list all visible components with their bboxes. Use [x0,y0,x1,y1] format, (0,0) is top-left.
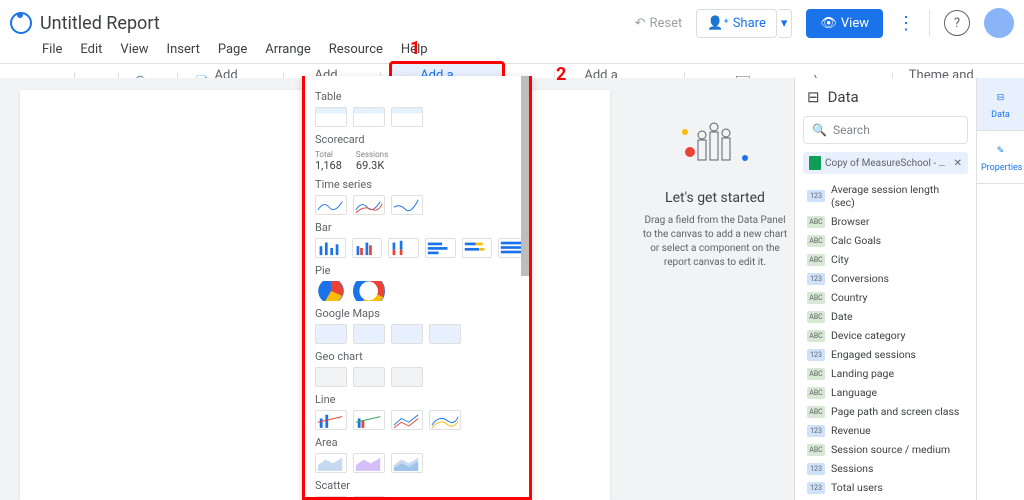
undo-icon: ↶ [635,16,646,31]
chart-map-1[interactable] [315,324,347,344]
chart-map-3[interactable] [391,324,423,344]
chart-timeseries-2[interactable] [353,195,385,215]
category-bar: Bar [315,221,529,234]
search-input[interactable]: 🔍Search [803,116,968,144]
menu-view[interactable]: View [120,42,148,57]
field-item[interactable]: 123Total users [795,478,976,497]
chart-type-dropdown: Table Scorecard Total1,168 Sessions69.3K… [302,76,532,500]
data-source-chip[interactable]: Copy of MeasureSchool - TrueBlu...✕ [803,152,968,174]
view-button[interactable]: 👁View [806,9,883,38]
share-button[interactable]: 👤⁺Share [696,9,777,38]
chart-geo-2[interactable] [353,367,385,387]
field-item[interactable]: ABCCalc Goals [795,231,976,250]
field-item[interactable]: ABCLanguage [795,383,976,402]
field-item[interactable]: ABCBrowser [795,212,976,231]
chart-map-2[interactable] [353,324,385,344]
category-timeseries: Time series [315,178,529,191]
category-scorecard: Scorecard [315,133,529,146]
chart-area-3[interactable] [391,453,423,473]
chart-line-2[interactable] [353,410,385,430]
eye-icon: 👁 [820,16,837,31]
side-tab-properties[interactable]: ✎Properties [977,131,1024,184]
pencil-icon: ✎ [991,141,1011,161]
category-scatter: Scatter [315,479,529,492]
side-tabs: ⊟Data ✎Properties [976,78,1024,500]
menubar: File Edit View Insert Page Arrange Resou… [0,42,1024,63]
chart-line-3[interactable] [391,410,423,430]
side-tab-data[interactable]: ⊟Data [977,78,1024,131]
field-list: 123Average session length (sec)ABCBrowse… [795,180,976,500]
field-item[interactable]: ABCSession source / medium [795,440,976,459]
field-item[interactable]: ABCCity [795,250,976,269]
menu-insert[interactable]: Insert [167,42,200,57]
person-plus-icon: 👤⁺ [707,16,728,31]
chart-line-1[interactable] [315,410,347,430]
field-item[interactable]: ABCDevice category [795,326,976,345]
field-item[interactable]: 123Sessions [795,459,976,478]
field-item[interactable]: 123Engaged sessions [795,345,976,364]
category-googlemaps: Google Maps [315,307,529,320]
field-item[interactable]: ABCDate [795,307,976,326]
chart-bar-1[interactable] [315,238,346,258]
field-item[interactable]: 123Revenue [795,421,976,440]
chart-table-2[interactable] [353,107,385,127]
menu-edit[interactable]: Edit [80,42,102,57]
chart-bar-2[interactable] [352,238,383,258]
category-geochart: Geo chart [315,350,529,363]
chart-line-4[interactable] [429,410,461,430]
chart-scatter-1[interactable] [315,496,347,500]
category-pie: Pie [315,264,529,277]
annotation-1: 1 [410,38,420,59]
share-dropdown[interactable]: ▾ [777,9,793,38]
menu-page[interactable]: Page [218,42,247,57]
chart-geo-1[interactable] [315,367,347,387]
empty-state-icon [670,110,760,170]
field-item[interactable]: ABCPage path and screen class [795,402,976,421]
chart-bar-6[interactable] [498,238,529,258]
chart-table-1[interactable] [315,107,347,127]
empty-text: Drag a field from the Data Panel to the … [640,214,790,270]
field-item[interactable]: ABCCountry [795,288,976,307]
field-item[interactable]: ABCLanding page [795,364,976,383]
chart-pie-1[interactable] [315,281,347,301]
chart-bar-5[interactable] [462,238,493,258]
report-title[interactable]: Untitled Report [40,13,160,34]
chart-scorecard-2[interactable]: Sessions69.3K [356,150,388,172]
field-item[interactable]: 123Conversions [795,269,976,288]
chart-scatter-2[interactable] [353,496,385,500]
data-panel: ⊟ Data 🔍Search Copy of MeasureSchool - Tr… [794,78,976,500]
chart-scorecard-1[interactable]: Total1,168 [315,150,342,172]
category-table: Table [315,90,529,103]
data-panel-title: Data [828,88,859,106]
reset-button[interactable]: ↶Reset [635,16,683,31]
chart-pie-2[interactable] [353,281,385,301]
chart-area-1[interactable] [315,453,347,473]
category-area: Area [315,436,529,449]
field-item[interactable]: 123Average session length (sec) [795,180,976,212]
sheets-icon [809,156,821,170]
more-options-button[interactable]: ⋮ [897,13,915,34]
looker-logo [10,12,32,34]
data-tab-icon: ⊟ [991,88,1011,108]
chart-table-3[interactable] [391,107,423,127]
menu-file[interactable]: File [42,42,62,57]
annotation-2: 2 [556,64,566,85]
empty-title: Let's get started [640,190,790,206]
chart-timeseries-3[interactable] [391,195,423,215]
chart-area-2[interactable] [353,453,385,473]
menu-resource[interactable]: Resource [329,42,383,57]
category-line: Line [315,393,529,406]
empty-state: Let's get started Drag a field from the … [640,110,790,270]
menu-arrange[interactable]: Arrange [265,42,310,57]
chart-timeseries-1[interactable] [315,195,347,215]
search-icon: 🔍 [812,123,827,137]
chart-bar-3[interactable] [388,238,419,258]
chart-geo-3[interactable] [391,367,423,387]
help-button[interactable]: ? [944,10,970,36]
chart-map-4[interactable] [429,324,461,344]
chart-bar-4[interactable] [425,238,456,258]
user-avatar[interactable] [984,8,1014,38]
database-icon: ⊟ [807,88,820,106]
